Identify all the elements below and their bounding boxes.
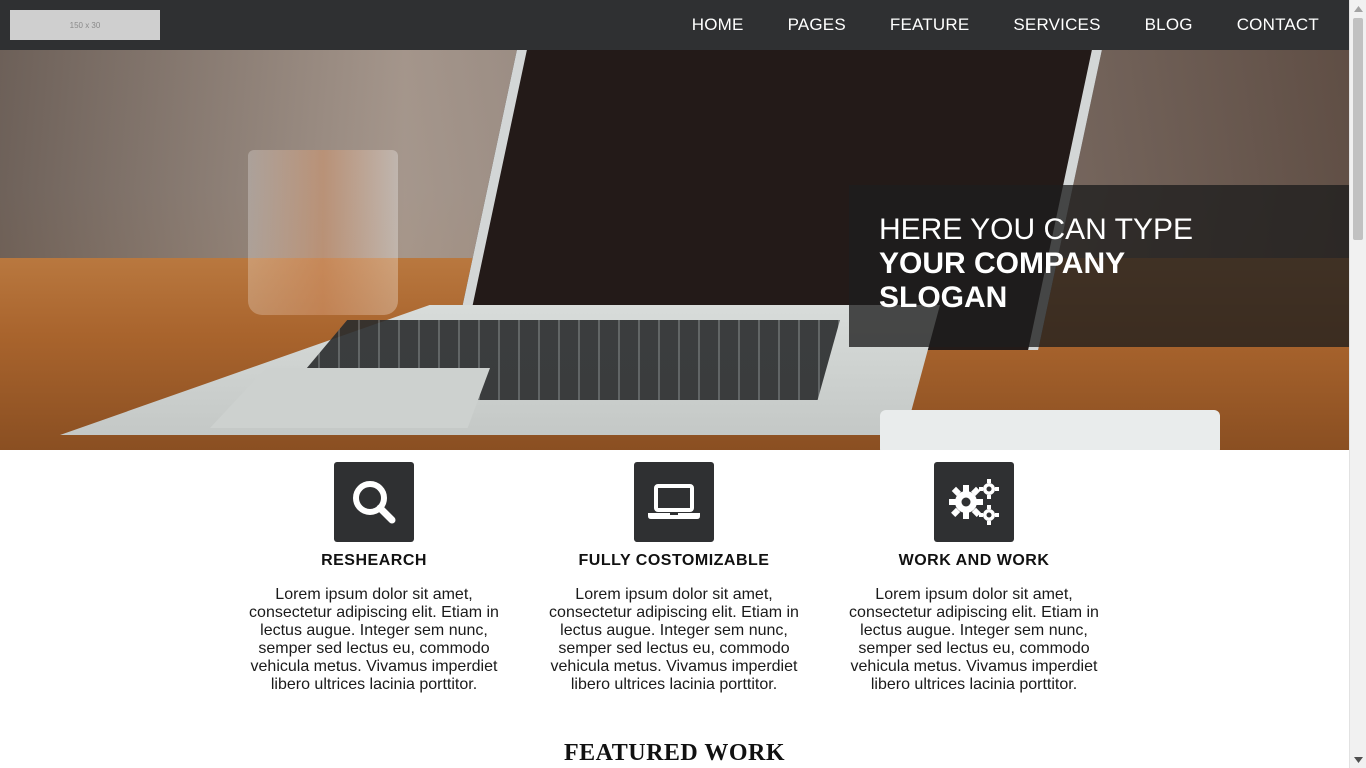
scroll-up-arrow-icon[interactable] [1350, 0, 1366, 17]
main-nav: HOME PAGES FEATURE SERVICES BLOG CONTACT [670, 0, 1341, 50]
nav-home[interactable]: HOME [692, 15, 744, 35]
nav-blog[interactable]: BLOG [1145, 15, 1193, 35]
feature-title: FULLY COSTOMIZABLE [578, 552, 770, 569]
feature-work: WORK AND WORK Lorem ipsum dolor sit amet… [849, 462, 1099, 694]
nav-feature[interactable]: FEATURE [890, 15, 969, 35]
feature-icon-box [334, 462, 414, 542]
nav-contact[interactable]: CONTACT [1237, 15, 1319, 35]
logo-placeholder[interactable]: 150 x 30 [10, 10, 160, 40]
nav-services[interactable]: SERVICES [1013, 15, 1100, 35]
gears-icon [949, 479, 999, 525]
featured-work-heading: FEATURED WORK [564, 740, 785, 766]
hero-phone [880, 410, 1220, 450]
slogan-overlay: HERE YOU CAN TYPE YOUR COMPANY SLOGAN [849, 185, 1349, 347]
feature-research: RESHEARCH Lorem ipsum dolor sit amet, co… [249, 462, 499, 694]
vertical-scrollbar[interactable] [1349, 0, 1366, 768]
slogan-line-2: YOUR COMPANY SLOGAN [879, 247, 1125, 314]
feature-text: Lorem ipsum dolor sit amet, consectetur … [249, 586, 499, 693]
hero-banner: HERE YOU CAN TYPE YOUR COMPANY SLOGAN [0, 50, 1349, 450]
laptop-icon [648, 484, 700, 519]
nav-pages[interactable]: PAGES [788, 15, 846, 35]
feature-icon-box [934, 462, 1014, 542]
feature-title: WORK AND WORK [898, 552, 1050, 569]
scroll-down-arrow-icon[interactable] [1350, 751, 1366, 768]
feature-text: Lorem ipsum dolor sit amet, consectetur … [849, 586, 1099, 693]
feature-customizable: FULLY COSTOMIZABLE Lorem ipsum dolor sit… [549, 462, 799, 694]
hero-glass-image [248, 150, 398, 315]
feature-text: Lorem ipsum dolor sit amet, consectetur … [549, 586, 799, 693]
navbar: 150 x 30 HOME PAGES FEATURE SERVICES BLO… [0, 0, 1349, 50]
feature-title: RESHEARCH [321, 552, 427, 569]
search-icon [353, 481, 396, 524]
slogan-line-1: HERE YOU CAN TYPE [879, 213, 1193, 246]
page: 150 x 30 HOME PAGES FEATURE SERVICES BLO… [0, 0, 1349, 768]
scrollbar-thumb[interactable] [1353, 18, 1363, 240]
feature-icon-box [634, 462, 714, 542]
